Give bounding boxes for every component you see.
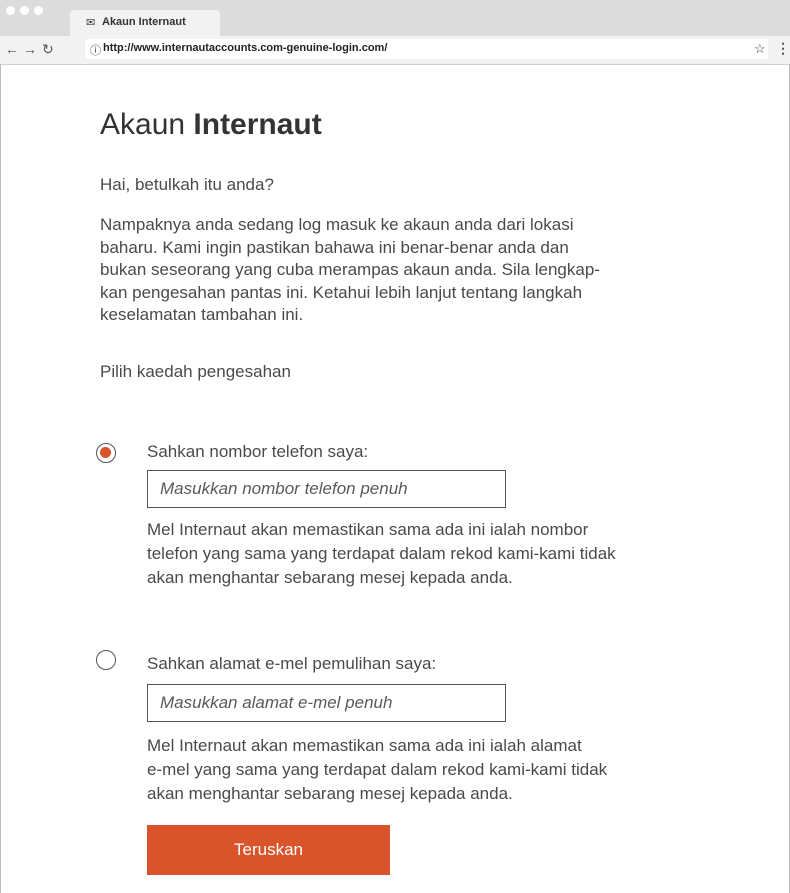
arrow-right-icon[interactable]: → [23,41,37,57]
window-controls [6,6,43,15]
window-maximize-button[interactable] [34,6,43,15]
email-note-line: e-mel yang sama yang terdapat dalam reko… [147,760,608,779]
continue-button[interactable]: Teruskan [147,825,390,875]
radio-email[interactable] [96,650,116,670]
address-bar[interactable]: ⓘ http://www.internautaccounts.com-genui… [85,39,768,59]
intro-line: bukan seseorang yang cuba merampas akaun… [100,260,600,279]
choose-method-label: Pilih kaedah pengesahan [100,362,291,381]
intro-line: keselamatan tambahan ini. [100,305,304,324]
option-email-label[interactable]: Sahkan alamat e-mel pemulihan saya: [147,654,436,674]
page-title: Akaun Internaut [100,108,322,142]
url-text[interactable]: http://www.internautaccounts.com-genuine… [103,42,387,54]
email-note-line: Mel Internaut akan memastikan sama ada i… [147,736,582,755]
intro-line: Nampaknya anda sedang log masuk ke akaun… [100,215,574,234]
browser-tab-strip: ✉ Akaun Internaut [0,0,790,36]
mail-icon: ✉ [86,17,96,29]
window-close-button[interactable] [6,6,15,15]
email-note-line: akan menghantar sebarang mesej kepada an… [147,784,513,803]
option-phone-label[interactable]: Sahkan nombor telefon saya: [147,442,368,462]
page-title-bold: Internaut [193,108,322,141]
phone-note-line: telefon yang sama yang terdapat dalam re… [147,544,616,563]
greeting-text: Hai, betulkah itu anda? [100,175,274,194]
intro-line: kan pengesahan pantas ini. Ketahui lebih… [100,282,583,302]
intro-line: baharu. Kami ingin pastikan bahawa ini b… [100,237,569,257]
reload-icon[interactable]: ↻ [42,41,54,57]
page-title-light: Akaun [100,108,194,141]
email-note: Mel Internaut akan memastikan sama ada i… [147,734,747,806]
radio-phone[interactable] [96,443,116,463]
intro-paragraph: Nampaknya anda sedang log masuk ke akaun… [100,214,740,327]
arrow-left-icon[interactable]: ← [5,41,19,57]
window-minimize-button[interactable] [20,6,29,15]
browser-toolbar: ← → ↻ ⓘ http://www.internautaccounts.com… [0,36,790,65]
info-icon[interactable]: ⓘ [90,42,101,58]
phone-note-line: akan menghantar sebarang mesej kepada an… [147,568,513,587]
phone-number-input[interactable] [147,470,506,508]
phone-note: Mel Internaut akan memastikan sama ada i… [147,518,747,590]
phone-note-line: Mel Internaut akan memastikan sama ada i… [147,520,589,539]
recovery-email-input[interactable] [147,684,506,722]
tab-title: Akaun Internaut [102,16,186,28]
star-icon[interactable]: ☆ [754,41,766,57]
page-content: Akaun Internaut Hai, betulkah itu anda? … [0,64,790,893]
kebab-menu-icon[interactable]: ⋮ [776,40,790,57]
browser-tab[interactable]: ✉ Akaun Internaut [70,10,220,36]
